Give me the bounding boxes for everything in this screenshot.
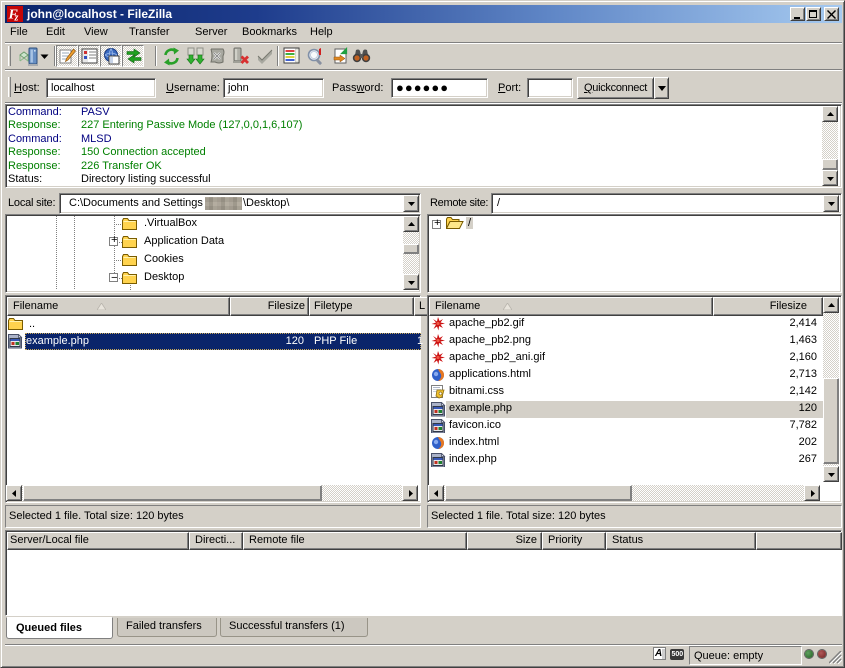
svg-text:z: z — [14, 13, 19, 23]
